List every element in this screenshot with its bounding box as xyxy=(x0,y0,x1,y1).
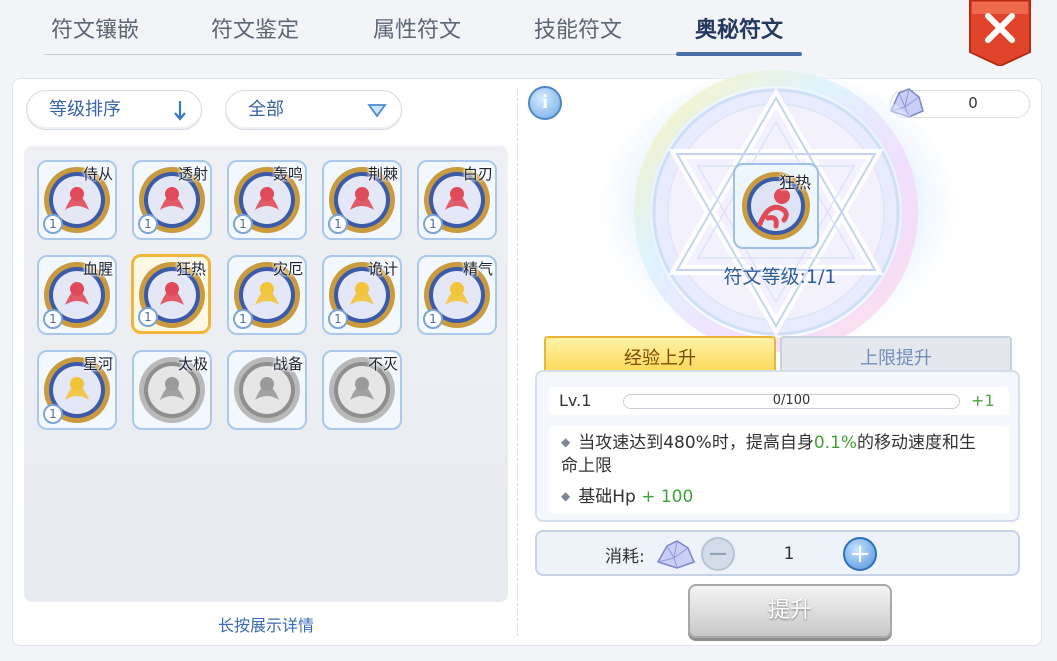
rune-slot[interactable]: 星河 1 xyxy=(37,350,117,430)
quantity-value: 1 xyxy=(783,544,795,564)
rune-name: 血腥 xyxy=(82,260,113,278)
filter-dropdown[interactable]: 全部 xyxy=(225,90,402,130)
tab-mystic-rune[interactable]: 奥秘符文 xyxy=(674,14,804,48)
effect-description: ◆ 当攻速达到480%时，提高自身0.1%的移动速度和生 命上限 ◆ 基础Hp + … xyxy=(549,426,1009,514)
effect-2-value: + 100 xyxy=(641,487,694,507)
tab-bar: 符文镶嵌 符文鉴定 属性符文 技能符文 奥秘符文 xyxy=(0,0,1057,66)
effect-line-1-wrap: 命上限 xyxy=(561,456,612,476)
rune-slot[interactable]: 狂热 1 xyxy=(131,254,211,334)
rune-name: 侍从 xyxy=(82,165,113,183)
cost-label: 消耗: xyxy=(605,547,645,567)
quantity-minus-button[interactable]: − xyxy=(701,537,735,571)
rune-slot[interactable]: 精气 1 xyxy=(417,255,497,335)
rune-name: 灾厄 xyxy=(272,260,303,278)
info-icon: i xyxy=(542,91,548,113)
rune-level-badge: 1 xyxy=(328,309,348,329)
effect-1-prefix: 当攻速达到480%时，提高自身 xyxy=(578,433,814,453)
effect-line-2: ◆ 基础Hp + 100 xyxy=(561,484,693,509)
sort-dropdown-label: 等级排序 xyxy=(49,99,121,120)
rune-level-badge: 1 xyxy=(423,309,443,329)
minus-icon: − xyxy=(707,539,729,569)
rune-level-badge: 1 xyxy=(423,214,443,234)
effect-1-suffix: 的移动速度和生 xyxy=(857,433,977,453)
rune-level-badge: 1 xyxy=(43,309,63,329)
close-button[interactable] xyxy=(968,0,1032,66)
rune-slot[interactable]: 不灭 xyxy=(322,350,402,430)
exp-progress-text: 0/100 xyxy=(772,393,811,408)
rune-name: 太极 xyxy=(177,355,208,373)
filter-dropdown-label: 全部 xyxy=(248,99,284,120)
rune-level-badge: 1 xyxy=(328,214,348,234)
diamond-bullet-icon: ◆ xyxy=(561,489,571,503)
rune-level-badge: 1 xyxy=(43,404,63,424)
level-label: Lv.1 xyxy=(559,391,592,410)
rune-name: 荆棘 xyxy=(367,165,398,183)
crystal-icon xyxy=(656,540,696,569)
arrow-down-icon xyxy=(173,91,187,141)
rune-level-badge: 1 xyxy=(138,214,158,234)
rune-slot[interactable]: 诡计 1 xyxy=(322,255,402,335)
selected-rune-display: 狂热 xyxy=(733,163,819,249)
rune-name: 白刃 xyxy=(462,165,493,183)
selected-rune-name: 狂热 xyxy=(778,173,811,192)
rune-name: 战备 xyxy=(272,355,303,373)
plus-icon: + xyxy=(849,539,871,569)
rune-level-badge: 1 xyxy=(138,307,158,327)
rune-name: 星河 xyxy=(82,355,113,373)
rune-slot[interactable]: 血腥 1 xyxy=(37,255,117,335)
tab-attribute-rune[interactable]: 属性符文 xyxy=(352,14,482,48)
effect-1-value: 0.1% xyxy=(813,433,858,453)
rune-level-badge: 1 xyxy=(233,309,253,329)
tab-rune-inlay[interactable]: 符文镶嵌 xyxy=(30,14,160,48)
level-increment: +1 xyxy=(971,391,995,410)
sort-dropdown[interactable]: 等级排序 xyxy=(26,90,202,130)
rune-slot[interactable]: 荆棘 1 xyxy=(322,160,402,240)
rune-slot[interactable]: 白刃 1 xyxy=(417,160,497,240)
rune-slot[interactable]: 太极 xyxy=(132,350,212,430)
rune-level-badge: 1 xyxy=(43,214,63,234)
rune-name: 狂热 xyxy=(175,260,206,278)
rune-level-badge: 1 xyxy=(233,214,253,234)
tab-skill-rune[interactable]: 技能符文 xyxy=(513,14,643,48)
tab-active-indicator xyxy=(676,52,802,56)
effect-line-1: ◆ 当攻速达到480%时，提高自身0.1%的移动速度和生 xyxy=(561,430,1001,455)
rune-slot[interactable]: 轰鸣 1 xyxy=(227,160,307,240)
diamond-bullet-icon: ◆ xyxy=(561,435,571,449)
selected-rune-level: 符文等级:1/1 xyxy=(723,266,837,288)
rune-slot[interactable]: 灾厄 1 xyxy=(227,255,307,335)
rune-slot[interactable]: 侍从 1 xyxy=(37,160,117,240)
close-x-icon xyxy=(969,0,1031,66)
cost-panel: 消耗: − 1 + xyxy=(535,530,1020,576)
rune-stat-panel: Lv.1 0/100 +1 ◆ 当攻速达到480%时，提高自身0.1%的移动速度和… xyxy=(535,370,1020,522)
exp-progress-bar: 0/100 xyxy=(623,393,960,409)
upgrade-button[interactable]: 提升 xyxy=(688,584,892,638)
level-row: Lv.1 0/100 +1 xyxy=(549,387,1009,415)
tab-rune-appraise[interactable]: 符文鉴定 xyxy=(190,14,320,48)
effect-2-label: 基础Hp xyxy=(578,487,636,507)
long-press-hint: 长按展示详情 xyxy=(217,616,314,635)
info-button[interactable]: i xyxy=(528,86,562,120)
quantity-plus-button[interactable]: + xyxy=(843,537,877,571)
rune-slot[interactable]: 透射 1 xyxy=(132,160,212,240)
rune-name: 精气 xyxy=(462,260,493,278)
rune-slot[interactable]: 战备 xyxy=(227,350,307,430)
panel-divider xyxy=(517,88,518,636)
rune-name: 透射 xyxy=(177,165,208,183)
rune-name: 不灭 xyxy=(367,355,398,373)
triangle-down-icon xyxy=(367,91,387,141)
rune-name: 轰鸣 xyxy=(272,165,303,183)
rune-name: 诡计 xyxy=(367,260,398,278)
